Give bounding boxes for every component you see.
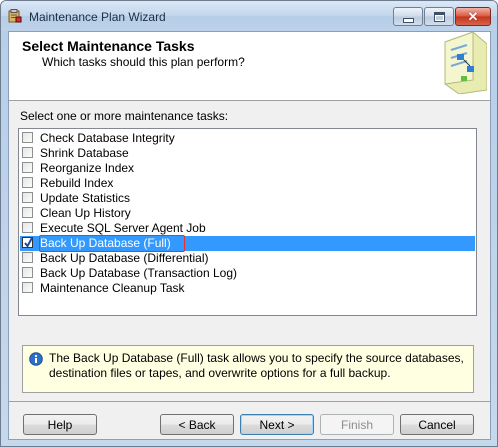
wizard-window: Maintenance Plan Wizard ✕ Select Mainten… <box>0 0 498 447</box>
task-description: The Back Up Database (Full) task allows … <box>49 351 464 380</box>
maximize-icon <box>433 11 445 22</box>
task-label: Update Statistics <box>40 191 131 205</box>
maintenance-plan-graphic <box>444 32 487 94</box>
next-button[interactable]: Next > <box>240 414 314 435</box>
task-instructions: Select one or more maintenance tasks: <box>20 109 229 123</box>
task-label: Check Database Integrity <box>40 131 175 145</box>
task-label: Clean Up History <box>40 206 131 220</box>
task-label: Maintenance Cleanup Task <box>40 281 185 295</box>
task-item-reorganize-index[interactable]: Reorganize Index <box>20 161 475 176</box>
task-checkbox[interactable] <box>22 132 33 143</box>
task-label: Back Up Database (Transaction Log) <box>40 266 237 280</box>
task-item-check-database-integrity[interactable]: Check Database Integrity <box>20 131 475 146</box>
task-list[interactable]: Check Database Integrity Shrink Database… <box>18 128 477 316</box>
minimize-icon <box>402 17 414 23</box>
task-checkbox-checked[interactable] <box>22 237 33 248</box>
task-item-shrink-database[interactable]: Shrink Database <box>20 146 475 161</box>
minimize-button[interactable] <box>393 7 423 26</box>
task-checkbox[interactable] <box>22 177 33 188</box>
task-checkbox[interactable] <box>22 222 33 233</box>
window-title: Maintenance Plan Wizard <box>29 10 166 24</box>
wizard-app-icon <box>8 9 22 23</box>
task-item-clean-up-history[interactable]: Clean Up History <box>20 206 475 221</box>
cancel-button[interactable]: Cancel <box>400 414 474 435</box>
task-label: Shrink Database <box>40 146 129 160</box>
title-bar[interactable]: Maintenance Plan Wizard ✕ <box>1 1 497 31</box>
task-checkbox[interactable] <box>22 162 33 173</box>
task-checkbox[interactable] <box>22 267 33 278</box>
task-item-back-up-database-differential[interactable]: Back Up Database (Differential) <box>20 251 475 266</box>
task-label: Rebuild Index <box>40 176 114 190</box>
task-item-execute-agent-job[interactable]: Execute SQL Server Agent Job <box>20 221 475 236</box>
back-button[interactable]: < Back <box>160 414 234 435</box>
task-checkbox[interactable] <box>22 207 33 218</box>
task-checkbox[interactable] <box>22 252 33 263</box>
finish-button[interactable]: Finish <box>320 414 394 435</box>
wizard-header: Select Maintenance Tasks Which tasks sho… <box>9 32 490 101</box>
footer-divider <box>9 401 490 402</box>
task-label: Back Up Database (Differential) <box>40 251 209 265</box>
checkmark-icon <box>24 237 33 248</box>
page-subtitle: Which tasks should this plan perform? <box>42 55 245 69</box>
task-description-panel: The Back Up Database (Full) task allows … <box>22 345 474 393</box>
close-button[interactable]: ✕ <box>455 7 491 26</box>
task-checkbox[interactable] <box>22 147 33 158</box>
task-item-maintenance-cleanup[interactable]: Maintenance Cleanup Task <box>20 281 475 296</box>
wizard-body: Select Maintenance Tasks Which tasks sho… <box>8 31 491 440</box>
task-item-update-statistics[interactable]: Update Statistics <box>20 191 475 206</box>
maximize-button[interactable] <box>424 7 454 26</box>
info-icon <box>29 352 43 366</box>
task-checkbox[interactable] <box>22 282 33 293</box>
help-button[interactable]: Help <box>23 414 97 435</box>
task-item-back-up-database-log[interactable]: Back Up Database (Transaction Log) <box>20 266 475 281</box>
task-item-rebuild-index[interactable]: Rebuild Index <box>20 176 475 191</box>
task-label: Reorganize Index <box>40 161 135 175</box>
task-item-back-up-database-full[interactable]: Back Up Database (Full) <box>20 235 475 252</box>
task-checkbox[interactable] <box>22 192 33 203</box>
focus-highlight <box>39 235 185 252</box>
close-icon: ✕ <box>467 9 479 24</box>
page-title: Select Maintenance Tasks <box>22 38 195 54</box>
task-label: Execute SQL Server Agent Job <box>40 221 206 235</box>
